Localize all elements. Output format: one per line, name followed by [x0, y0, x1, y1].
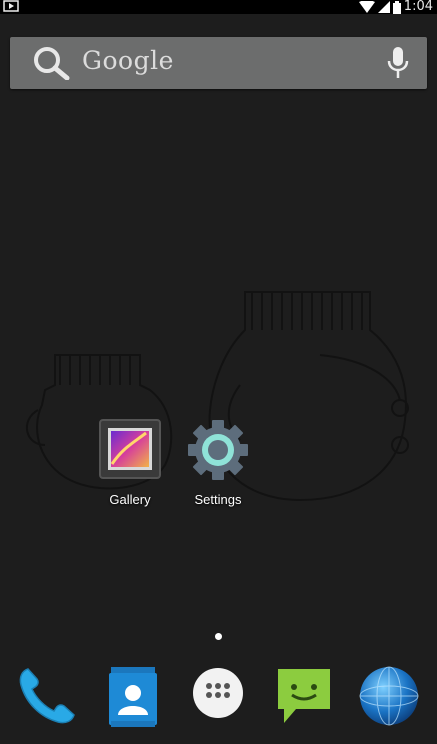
settings-label: Settings: [194, 492, 242, 507]
all-apps-icon[interactable]: [192, 667, 244, 719]
search-icon: [34, 47, 70, 80]
wifi-icon: [358, 1, 375, 13]
gallery-app[interactable]: Gallery: [90, 418, 170, 507]
dock: [0, 655, 437, 744]
settings-gear-icon: [188, 420, 248, 480]
battery-icon: [392, 0, 401, 14]
search-label: Google: [82, 46, 174, 75]
page-indicator: [215, 633, 222, 640]
microphone-icon[interactable]: [387, 47, 409, 79]
google-search-bar[interactable]: Google: [10, 37, 427, 89]
phone-icon[interactable]: [16, 665, 78, 727]
signal-icon: [377, 1, 390, 13]
messaging-icon[interactable]: [274, 665, 334, 729]
settings-app[interactable]: Settings: [178, 418, 258, 507]
browser-icon[interactable]: [358, 665, 420, 727]
clock: 1:04: [403, 0, 433, 14]
contacts-icon[interactable]: [105, 665, 161, 729]
gallery-label: Gallery: [109, 492, 151, 507]
notification-icon: [3, 0, 19, 12]
status-bar: 1:04: [0, 0, 437, 14]
gallery-icon: [99, 419, 161, 479]
